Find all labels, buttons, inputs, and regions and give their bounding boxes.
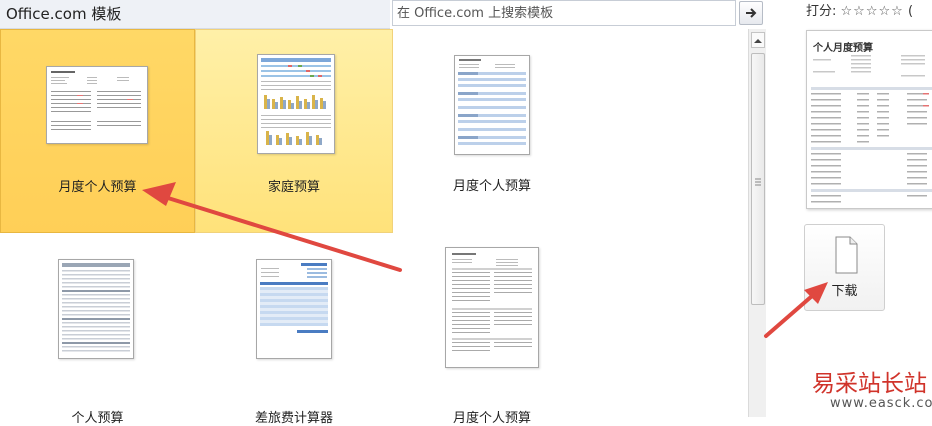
document-icon: [835, 236, 858, 274]
preview-sheet: [811, 55, 932, 203]
template-label: 月度个人预算: [452, 179, 531, 194]
template-thumbnail: [454, 55, 530, 155]
template-thumbnail: [257, 54, 335, 154]
grip-icon: [755, 178, 761, 186]
template-grid: 月度个人预算 家庭预算 月度个人预算 个人预算 差旅费计算器 月度个人预算: [0, 29, 748, 426]
search-input[interactable]: [393, 1, 735, 25]
template-label: 家庭预算: [267, 180, 320, 195]
scrollbar-thumb[interactable]: [751, 53, 765, 305]
template-preview: 个人月度预算: [806, 30, 932, 209]
rating-row: 打分: ☆☆☆☆☆ (: [806, 0, 913, 19]
template-thumbnail: [256, 259, 332, 359]
template-thumbnail: [445, 247, 539, 368]
template-tile-family-budget[interactable]: 家庭预算: [195, 29, 393, 233]
template-thumbnail: [58, 259, 134, 359]
search-box[interactable]: [392, 0, 736, 26]
download-button[interactable]: 下载: [804, 224, 885, 311]
template-tile-personal-budget[interactable]: 个人预算: [0, 233, 195, 426]
template-tile-monthly-budget-2[interactable]: 月度个人预算: [393, 29, 591, 233]
header-title: Office.com 模板: [6, 5, 122, 23]
watermark-text: 易采站长站: [812, 371, 927, 397]
rating-count: (: [907, 4, 914, 19]
rating-label: 打分:: [806, 4, 837, 19]
templates-header: Office.com 模板: [0, 0, 390, 29]
template-tile-monthly-budget-1[interactable]: 月度个人预算: [0, 29, 195, 233]
arrow-right-icon: [746, 8, 757, 18]
triangle-up-icon: [754, 39, 762, 43]
star-rating-icon[interactable]: ☆☆☆☆☆: [841, 4, 904, 19]
template-tile-monthly-budget-3[interactable]: 月度个人预算: [393, 233, 591, 426]
scroll-up-button[interactable]: [751, 32, 765, 48]
watermark-url: www.easck.com: [830, 396, 932, 411]
template-tile-travel-expense[interactable]: 差旅费计算器: [195, 233, 393, 426]
download-label: 下载: [831, 284, 858, 299]
template-thumbnail: [46, 66, 148, 144]
template-label: 月度个人预算: [58, 180, 137, 195]
vertical-scrollbar[interactable]: [748, 29, 766, 417]
search-go-button[interactable]: [739, 1, 763, 25]
